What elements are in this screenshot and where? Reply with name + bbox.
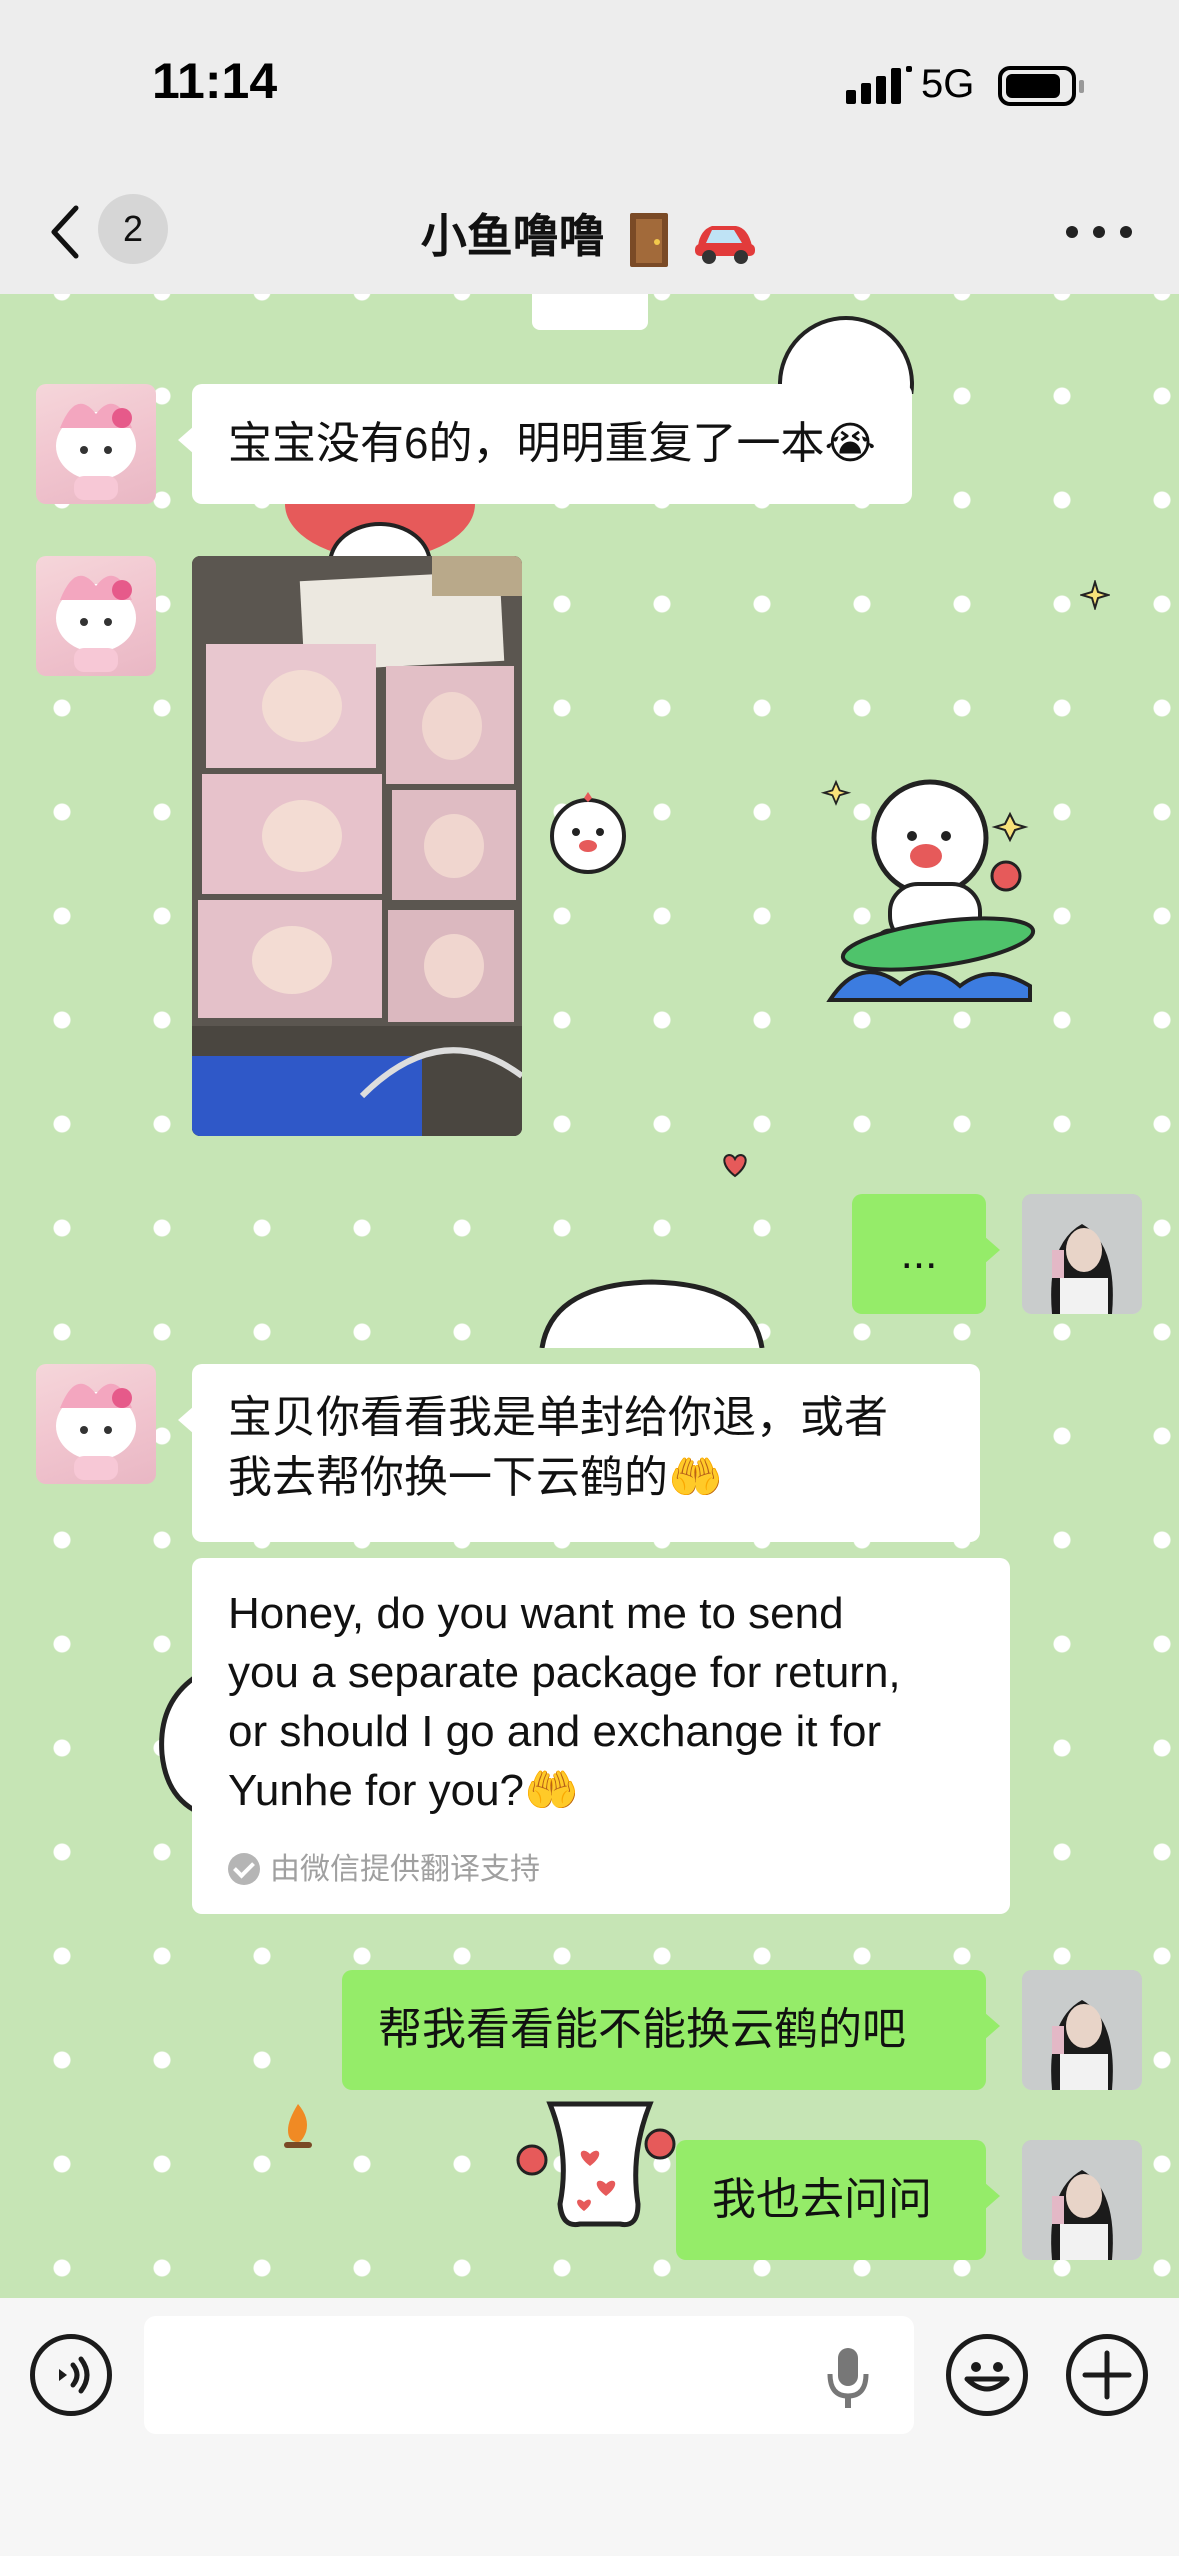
melody-avatar-icon: [56, 1383, 136, 1480]
message-text: ...: [900, 1229, 938, 1278]
check-circle-icon: [228, 1853, 260, 1885]
battery-icon: [998, 66, 1084, 106]
car-icon: [695, 225, 756, 264]
translation-line: you a separate package for return,: [228, 1648, 901, 1697]
message-text: 帮我看看能不能换云鹤的吧: [378, 2005, 906, 2054]
my-avatar[interactable]: [1022, 2140, 1142, 2260]
cellular-signal-icon: [846, 66, 912, 104]
dot-icon: [1093, 226, 1105, 238]
translation-card[interactable]: Honey, do you want me to send you a sepa…: [192, 1558, 1010, 1914]
status-bar: 11:14 5G: [0, 0, 1179, 170]
plus-icon: [1082, 2350, 1132, 2400]
translation-line: or should I go and exchange it for: [228, 1707, 882, 1756]
sparkle-icon: [1080, 580, 1110, 610]
dot-icon: [1066, 226, 1078, 238]
wallpaper-tab-shape: [532, 294, 648, 330]
input-bar: [0, 2298, 1179, 2556]
heart-icon: [723, 1153, 747, 1178]
smiley-icon: [964, 2362, 1010, 2392]
selfie-avatar-icon: [1022, 1970, 1142, 2090]
more-options-button[interactable]: [1066, 222, 1132, 242]
message-bubble-outgoing[interactable]: ...: [852, 1194, 1000, 1314]
contact-avatar[interactable]: [36, 1364, 156, 1484]
melody-avatar-icon: [56, 575, 136, 672]
message-text-line: 宝贝你看看我是单封给你退，或者: [228, 1393, 888, 1442]
cartoon-face-icon: [778, 316, 914, 394]
cartoon-arm-outline-icon: [159, 1675, 196, 1813]
chat-history[interactable]: 宝宝没有6的，明明重复了一本😭 ... 宝贝你看看我是单封给你退，或者 我去帮你…: [0, 294, 1179, 2298]
photo-content-icon: [192, 556, 522, 1136]
chat-title-text: 小鱼噜噜: [420, 210, 605, 262]
message-bubble-outgoing[interactable]: 我也去问问: [676, 2140, 1000, 2260]
message-bubble-incoming[interactable]: 宝宝没有6的，明明重复了一本😭: [178, 384, 912, 504]
emoji-button[interactable]: [946, 2334, 1028, 2416]
translation-credit-text: 由微信提供翻译支持: [270, 1853, 540, 1886]
contact-avatar[interactable]: [36, 384, 156, 504]
dot-icon: [1120, 226, 1132, 238]
selfie-avatar-icon: [1022, 2140, 1142, 2260]
small-cartoon-face-icon: [550, 792, 626, 874]
message-text: 宝宝没有6的，明明重复了一本😭: [228, 419, 876, 468]
network-type: 5G: [921, 62, 975, 106]
microphone-icon[interactable]: [826, 2346, 870, 2410]
voice-input-button[interactable]: [30, 2334, 112, 2416]
cartoon-head-outline-icon: [539, 1279, 765, 1348]
more-functions-button[interactable]: [1066, 2334, 1148, 2416]
chat-title[interactable]: 小鱼噜噜: [0, 200, 1179, 269]
contact-avatar[interactable]: [36, 556, 156, 676]
surfing-cartoon-sticker-icon: [820, 779, 1036, 1002]
message-image[interactable]: [192, 556, 522, 1136]
message-bubble-incoming[interactable]: 宝贝你看看我是单封给你退，或者 我去帮你换一下云鹤的🤲: [178, 1364, 980, 1542]
message-text-line: 我去帮你换一下云鹤的🤲: [228, 1453, 723, 1502]
translation-line: Yunhe for you?🤲: [228, 1766, 579, 1815]
status-time: 11:14: [152, 53, 278, 109]
campfire-icon: [284, 2104, 312, 2148]
message-input[interactable]: [144, 2316, 914, 2434]
translation-line: Honey, do you want me to send: [228, 1589, 844, 1638]
my-avatar[interactable]: [1022, 1970, 1142, 2090]
message-text: 我也去问问: [712, 2175, 932, 2224]
message-bubble-outgoing[interactable]: 帮我看看能不能换云鹤的吧: [342, 1970, 1000, 2090]
selfie-avatar-icon: [1022, 1194, 1142, 1314]
chat-header: 2 小鱼噜噜: [0, 170, 1179, 294]
melody-avatar-icon: [56, 403, 136, 500]
voice-wave-icon: [59, 2356, 90, 2394]
cartoon-hearts-sticker-icon: [516, 2101, 676, 2228]
translation-credit: 由微信提供翻译支持: [228, 1852, 540, 1888]
door-icon: [629, 212, 668, 267]
my-avatar[interactable]: [1022, 1194, 1142, 1314]
